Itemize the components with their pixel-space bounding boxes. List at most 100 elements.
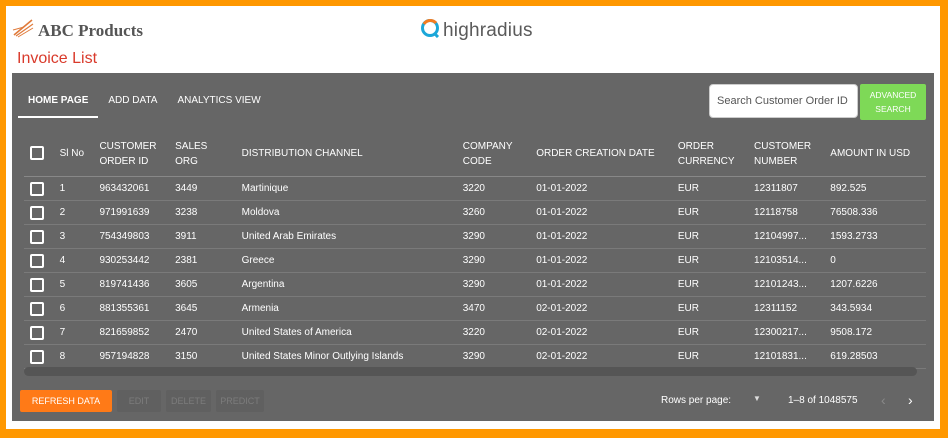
row-checkbox[interactable]: [30, 229, 44, 244]
table-cell: 12118758: [748, 200, 825, 225]
table-cell: 3290: [456, 344, 531, 369]
row-checkbox[interactable]: [30, 253, 44, 268]
advanced-search-label-line2: SEARCH: [875, 104, 911, 114]
table-cell: 3260: [456, 200, 531, 225]
table-row[interactable]: 6 881355361 3645 Armenia 3470 02-01-2022 EUR 12…: [24, 296, 926, 321]
table-cell: 12104997...: [748, 224, 825, 249]
advanced-search-button[interactable]: ADVANCED SEARCH: [860, 84, 926, 120]
table-row[interactable]: 2 971991639 3238 Moldova 3260 01-01-2022 EUR 12…: [24, 200, 926, 225]
table-row[interactable]: 3 754349803 3911 United Arab Emirates 3290 01…: [24, 224, 926, 249]
table-cell: United Arab Emirates: [235, 224, 457, 249]
table-cell: 963432061: [93, 176, 170, 201]
caret-down-icon: ▼: [753, 394, 761, 403]
table-cell: EUR: [671, 272, 749, 297]
table-row[interactable]: 5 819741436 3605 Argentina 3290 01-01-2022 EUR…: [24, 272, 926, 297]
column-header[interactable]: Sl No: [53, 131, 94, 177]
tab-bar: HOME PAGE ADD DATA ANALYTICS VIEW: [18, 85, 271, 118]
row-checkbox[interactable]: [30, 277, 44, 292]
column-header[interactable]: COMPANY CODE: [456, 131, 531, 177]
table-row[interactable]: 4 930253442 2381 Greece 3290 01-01-2022 EUR 121…: [24, 248, 926, 273]
row-checkbox[interactable]: [30, 205, 44, 220]
row-select-cell: [24, 200, 54, 225]
invoice-table: Sl No CUSTOMER ORDER ID SALES ORG DISTRIBUTIO…: [24, 131, 926, 369]
brand: ABC Products: [12, 18, 143, 43]
table-cell: 619.28503: [824, 344, 926, 369]
row-checkbox[interactable]: [30, 349, 44, 364]
column-header-line1: SALES: [175, 140, 208, 152]
top-bar: ABC Products highradius: [6, 6, 940, 52]
row-checkbox[interactable]: [30, 181, 44, 196]
table-cell: 6: [53, 296, 94, 321]
table-cell: 821659852: [93, 320, 170, 345]
table-cell: EUR: [671, 344, 749, 369]
table-cell: EUR: [671, 200, 749, 225]
column-header-line2: CURRENCY: [677, 155, 735, 167]
table-cell: EUR: [671, 320, 749, 345]
table-cell: 881355361: [93, 296, 170, 321]
table-cell: 02-01-2022: [530, 344, 672, 369]
column-header-line2: NUMBER: [754, 155, 798, 167]
column-header-line2: ORDER ID: [99, 155, 149, 167]
table-cell: 12101243...: [748, 272, 825, 297]
column-header[interactable]: CUSTOMER ORDER ID: [93, 131, 170, 177]
table-cell: 1: [53, 176, 94, 201]
column-header-line1: Sl No: [59, 148, 85, 159]
select-all-checkbox[interactable]: [30, 146, 44, 161]
column-header[interactable]: ORDER CREATION DATE: [530, 131, 672, 177]
table-cell: 0: [824, 248, 926, 273]
table-cell: United States Minor Outlying Islands: [235, 344, 457, 369]
column-header[interactable]: AMOUNT IN USD: [824, 131, 926, 177]
row-checkbox[interactable]: [30, 301, 44, 316]
delete-button[interactable]: DELETE: [166, 390, 211, 412]
row-checkbox[interactable]: [30, 325, 44, 340]
edit-button[interactable]: EDIT: [117, 390, 161, 412]
column-header-line1: CUSTOMER: [754, 140, 812, 152]
rows-per-page-select[interactable]: ▼: [753, 394, 761, 403]
table-cell: 12311807: [748, 176, 825, 201]
column-header[interactable]: ORDER CURRENCY: [671, 131, 749, 177]
rows-per-page-label: Rows per page:: [661, 395, 732, 406]
column-header[interactable]: DISTRIBUTION CHANNEL: [235, 131, 457, 177]
refresh-data-button[interactable]: REFRESH DATA: [20, 390, 112, 412]
search-input[interactable]: [709, 84, 858, 118]
column-header-line1: CUSTOMER: [99, 140, 157, 152]
brand-name: ABC Products: [38, 20, 143, 40]
table-row[interactable]: 8 957194828 3150 United States Minor Outlyi…: [24, 344, 926, 369]
table-cell: 3290: [456, 272, 531, 297]
table-row[interactable]: 7 821659852 2470 United States of America 32…: [24, 320, 926, 345]
chevron-right-icon[interactable]: ›: [908, 392, 913, 408]
column-header-line1: AMOUNT IN USD: [830, 148, 911, 159]
tab-home-page[interactable]: HOME PAGE: [18, 85, 99, 118]
table-row[interactable]: 1 963432061 3449 Martinique 3220 01-01-2022 EU…: [24, 176, 926, 201]
table-cell: Moldova: [235, 200, 457, 225]
table-cell: 2381: [169, 248, 236, 273]
tab-add-data[interactable]: ADD DATA: [98, 85, 167, 116]
table-cell: 930253442: [93, 248, 170, 273]
wing-logo-icon: [12, 18, 34, 43]
column-header[interactable]: CUSTOMER NUMBER: [748, 131, 825, 177]
column-header[interactable]: SALES ORG: [169, 131, 236, 177]
column-header-line2: ORG: [175, 155, 198, 167]
table-cell: EUR: [671, 176, 749, 201]
table-cell: 3220: [456, 320, 531, 345]
row-select-cell: [24, 320, 54, 345]
table-cell: EUR: [671, 224, 749, 249]
tab-analytics-view[interactable]: ANALYTICS VIEW: [167, 85, 270, 116]
table-cell: 8: [53, 344, 94, 369]
table-cell: 3605: [169, 272, 236, 297]
table-cell: Martinique: [235, 176, 457, 201]
predict-button[interactable]: PREDICT: [216, 390, 264, 412]
highradius-logo: highradius: [420, 18, 533, 43]
page-title: Invoice List: [17, 50, 98, 67]
app-frame: ABC Products highradius Invoice List HOM…: [6, 6, 940, 429]
column-header-line1: ORDER CREATION DATE: [536, 148, 655, 159]
table-cell: 3290: [456, 224, 531, 249]
chevron-left-icon[interactable]: ‹: [881, 392, 886, 408]
table-cell: United States of America: [235, 320, 457, 345]
table-cell: Argentina: [235, 272, 457, 297]
table-cell: 02-01-2022: [530, 320, 672, 345]
table-cell: 2: [53, 200, 94, 225]
horizontal-scrollbar[interactable]: [24, 367, 917, 376]
table-cell: 971991639: [93, 200, 170, 225]
table-cell: 12103514...: [748, 248, 825, 273]
